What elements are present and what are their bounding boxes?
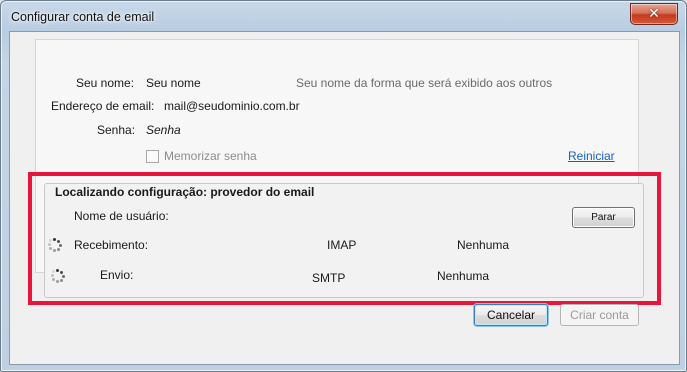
password-label: Senha: [97,123,136,137]
highlight-frame [28,172,661,305]
password-input[interactable]: Senha [146,123,181,137]
name-input[interactable]: Seu nome [146,76,201,90]
close-button[interactable]: ✕ [630,3,678,25]
reset-link[interactable]: Reiniciar [568,149,615,163]
cancel-button[interactable]: Cancelar [474,304,548,326]
remember-password-checkbox[interactable] [146,150,159,163]
window-title: Configurar conta de email [11,10,155,24]
close-icon: ✕ [648,5,660,21]
dialog-window: Configurar conta de email ✕ Seu nome: Se… [0,0,687,372]
email-input[interactable]: mail@seudominio.com.br [164,99,300,113]
email-label: Endereço de email: [51,99,155,113]
remember-password-label: Memorizar senha [164,149,257,163]
create-account-button[interactable]: Criar conta [560,304,639,326]
title-bar: Configurar conta de email ✕ [1,1,686,33]
name-hint: Seu nome da forma que será exibido aos o… [296,76,553,90]
name-label: Seu nome: [76,76,135,90]
